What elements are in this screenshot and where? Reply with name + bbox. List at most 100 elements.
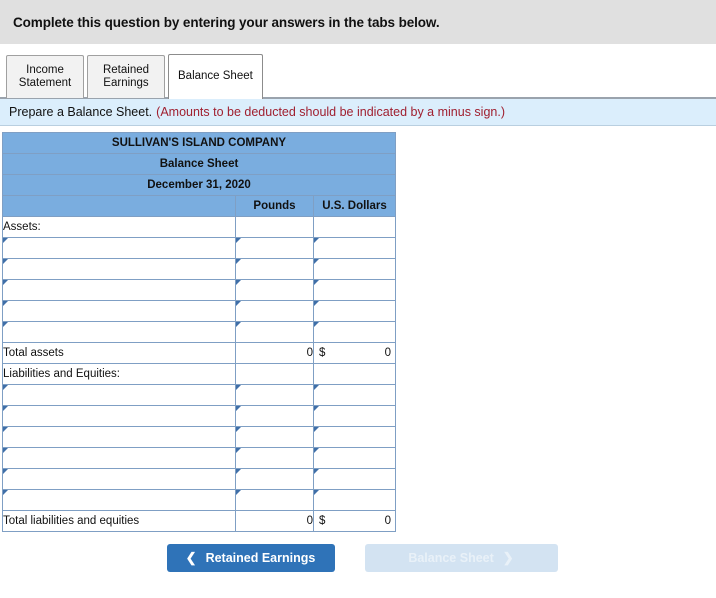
sheet-company-row: SULLIVAN'S ISLAND COMPANY (1, 132, 397, 154)
total-liabilities-usd-symbol: $ (319, 515, 326, 527)
assets-entry-pounds-input[interactable] (235, 279, 314, 301)
liabilities-section-label: Liabilities and Equities: (2, 363, 236, 385)
assets-entry-usd-input[interactable] (312, 279, 397, 301)
input-box (314, 259, 395, 279)
assets-entry-pounds-input[interactable] (235, 237, 314, 259)
dropdown-corner-icon (236, 490, 241, 495)
liabilities-entry-usd-input[interactable] (312, 489, 397, 511)
liabilities-entry-label-input[interactable] (2, 489, 236, 511)
tab-retained-earnings-line2: Earnings (103, 77, 149, 89)
liabilities-entry-usd-input[interactable] (312, 426, 397, 448)
dropdown-corner-icon (314, 238, 319, 243)
balance-sheet-container: SULLIVAN'S ISLAND COMPANY Balance Sheet … (0, 126, 716, 532)
dropdown-corner-icon (314, 280, 319, 285)
liabilities-entry-pounds-input[interactable] (235, 447, 314, 469)
input-box (236, 448, 313, 468)
assets-entry-usd-input[interactable] (312, 237, 397, 259)
assets-entry-label-input[interactable] (2, 321, 236, 343)
liabilities-entry-row (2, 489, 397, 511)
input-box (236, 385, 313, 405)
input-box (236, 280, 313, 300)
input-box (3, 490, 235, 510)
liabilities-entry-label-input[interactable] (2, 426, 236, 448)
dropdown-corner-icon (3, 469, 8, 474)
dropdown-corner-icon (236, 259, 241, 264)
input-box (236, 301, 313, 321)
liabilities-entry-label-input[interactable] (2, 468, 236, 490)
liabilities-entry-usd-input[interactable] (312, 384, 397, 406)
dropdown-corner-icon (3, 259, 8, 264)
input-box (3, 322, 235, 342)
sheet-statement-name: Balance Sheet (1, 153, 397, 175)
prev-tab-button[interactable]: ❮ Retained Earnings (166, 544, 335, 572)
assets-entry-usd-input[interactable] (312, 258, 397, 280)
assets-entry-pounds-input[interactable] (235, 321, 314, 343)
total-liabilities-label: Total liabilities and equities (2, 510, 236, 532)
liabilities-entry-pounds-input[interactable] (235, 384, 314, 406)
dropdown-corner-icon (236, 406, 241, 411)
input-box (236, 490, 313, 510)
liabilities-entry-pounds-input[interactable] (235, 426, 314, 448)
total-liabilities-row: Total liabilities and equities 0 $0 (2, 510, 397, 532)
liabilities-section-usd-blank (312, 363, 397, 385)
sheet-date: December 31, 2020 (1, 174, 397, 196)
liabilities-entry-pounds-input[interactable] (235, 489, 314, 511)
dropdown-corner-icon (236, 301, 241, 306)
balance-sheet-table: SULLIVAN'S ISLAND COMPANY Balance Sheet … (1, 132, 397, 532)
liabilities-entry-usd-input[interactable] (312, 468, 397, 490)
input-box (314, 406, 395, 426)
sheet-column-header-row: Pounds U.S. Dollars (2, 195, 397, 217)
dropdown-corner-icon (236, 238, 241, 243)
dropdown-corner-icon (314, 406, 319, 411)
dropdown-corner-icon (314, 385, 319, 390)
dropdown-corner-icon (314, 469, 319, 474)
dropdown-corner-icon (314, 448, 319, 453)
assets-section-pounds-blank (235, 216, 314, 238)
input-box (236, 427, 313, 447)
assets-entry-label-input[interactable] (2, 300, 236, 322)
input-box (314, 490, 395, 510)
tab-balance-sheet[interactable]: Balance Sheet (168, 54, 263, 99)
liabilities-entry-label-input[interactable] (2, 384, 236, 406)
total-assets-row: Total assets 0 $0 (2, 342, 397, 364)
total-liabilities-pounds: 0 (235, 510, 314, 532)
liabilities-entry-usd-input[interactable] (312, 447, 397, 469)
assets-entry-label-input[interactable] (2, 237, 236, 259)
assets-section-usd-blank (312, 216, 397, 238)
liabilities-entry-pounds-input[interactable] (235, 468, 314, 490)
dropdown-corner-icon (3, 448, 8, 453)
assets-entry-rows (2, 237, 397, 343)
liabilities-entry-label-input[interactable] (2, 405, 236, 427)
tab-retained-earnings[interactable]: Retained Earnings (87, 55, 165, 98)
total-assets-usd-value: 0 (384, 347, 392, 359)
next-tab-button[interactable]: Balance Sheet ❯ (364, 544, 558, 572)
dropdown-corner-icon (3, 490, 8, 495)
input-box (236, 469, 313, 489)
liabilities-entry-pounds-input[interactable] (235, 405, 314, 427)
input-box (314, 301, 395, 321)
assets-entry-row (2, 237, 397, 259)
input-box (314, 448, 395, 468)
dropdown-corner-icon (314, 301, 319, 306)
liabilities-entry-row (2, 447, 397, 469)
assets-entry-pounds-input[interactable] (235, 258, 314, 280)
next-tab-label: Balance Sheet (408, 551, 494, 565)
liabilities-entry-label-input[interactable] (2, 447, 236, 469)
input-box (3, 448, 235, 468)
dropdown-corner-icon (314, 322, 319, 327)
assets-entry-pounds-input[interactable] (235, 300, 314, 322)
dropdown-corner-icon (3, 238, 8, 243)
tab-income-statement[interactable]: Income Statement (6, 55, 84, 98)
input-box (314, 385, 395, 405)
liabilities-entry-usd-input[interactable] (312, 405, 397, 427)
assets-entry-label-input[interactable] (2, 258, 236, 280)
input-box (236, 238, 313, 258)
chevron-right-icon: ❯ (502, 550, 514, 565)
input-box (3, 427, 235, 447)
assets-entry-label-input[interactable] (2, 279, 236, 301)
tab-navigation-bar: ❮ Retained Earnings Balance Sheet ❯ (0, 544, 716, 572)
assets-entry-usd-input[interactable] (312, 321, 397, 343)
column-header-pounds: Pounds (235, 195, 314, 217)
assets-entry-usd-input[interactable] (312, 300, 397, 322)
dropdown-corner-icon (314, 490, 319, 495)
